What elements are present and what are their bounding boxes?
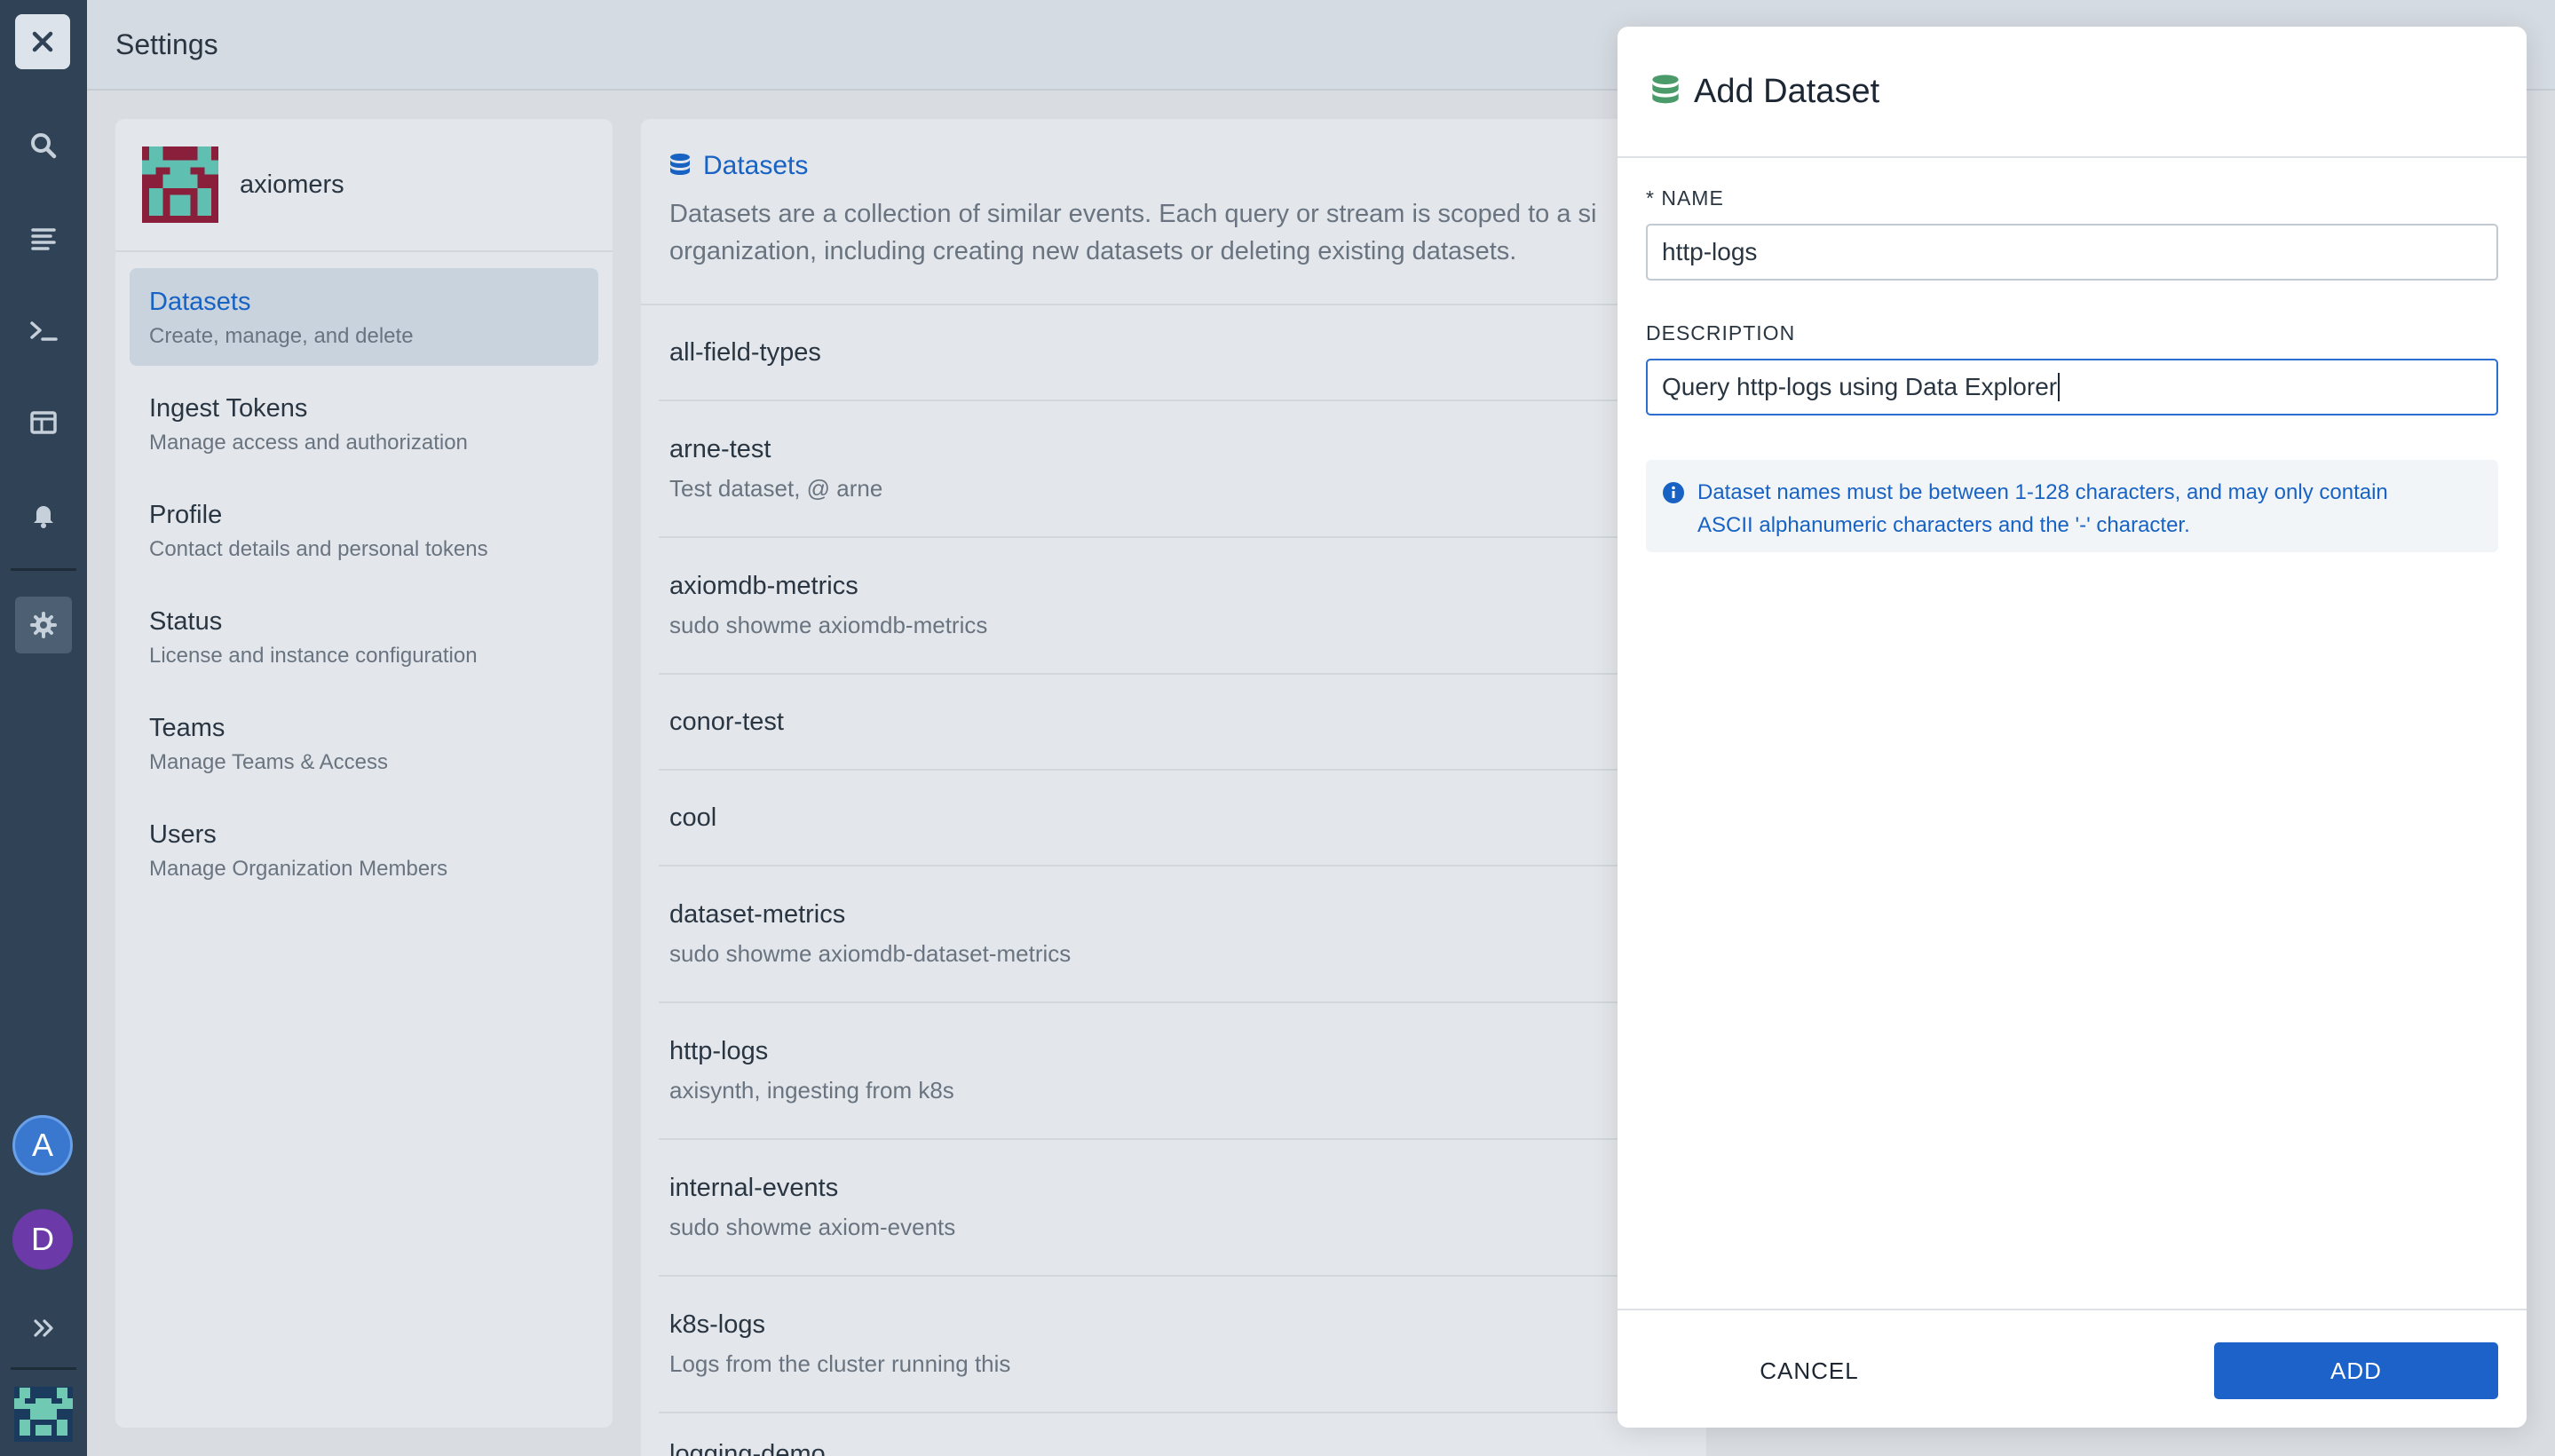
dataset-name: dataset-metrics [669, 900, 846, 929]
name-input-value: http-logs [1662, 238, 1758, 265]
name-label: * NAME [1646, 186, 1724, 210]
rail-divider-bottom [11, 1367, 76, 1370]
info-notice: Dataset names must be between 1-128 char… [1646, 460, 2498, 552]
dataset-desc: sudo showme axiomdb-metrics [669, 612, 988, 638]
nav-item-teams[interactable]: Teams Manage Teams & Access [130, 694, 598, 792]
avatar-a[interactable]: A [12, 1115, 73, 1175]
add-dataset-drawer: Add Dataset * NAME http-logs DESCRIPTION… [1618, 27, 2527, 1428]
nav-sub: Manage access and authorization [149, 431, 468, 455]
dataset-desc: sudo showme axiomdb-dataset-metrics [669, 940, 1072, 967]
nav-item-ingest-tokens[interactable]: Ingest Tokens Manage access and authoriz… [130, 375, 598, 472]
expand-icon[interactable] [15, 1300, 72, 1357]
description-input-value: Query http-logs using Data Explorer [1662, 373, 2058, 400]
nav-item-datasets[interactable]: Datasets Create, manage, and delete [130, 268, 598, 366]
database-icon [670, 154, 690, 175]
info-line-2: ASCII alphanumeric characters and the '-… [1697, 513, 2190, 537]
dataset-desc: sudo showme axiom-events [669, 1214, 956, 1240]
dataset-name: cool [669, 803, 717, 832]
dataset-row[interactable]: http-logs axisynth, ingesting from k8s [659, 1003, 1685, 1140]
drawer-footer: CANCEL ADD [1618, 1309, 2527, 1428]
datasets-description-1: Datasets are a collection of similar eve… [669, 200, 1597, 228]
dataset-name: axiomdb-metrics [669, 572, 858, 600]
dataset-row[interactable]: internal-events sudo showme axiom-events [659, 1140, 1685, 1277]
dataset-desc: Test dataset, @ arne [669, 475, 883, 502]
drawer-header: Add Dataset [1618, 27, 2527, 158]
org-header[interactable]: axiomers [115, 119, 613, 252]
dataset-row[interactable]: cool [659, 771, 1685, 866]
nav-label: Ingest Tokens [149, 394, 308, 423]
search-icon[interactable] [15, 117, 72, 174]
nav-label: Teams [149, 714, 225, 742]
dataset-name: all-field-types [669, 337, 821, 367]
info-line-1: Dataset names must be between 1-128 char… [1697, 480, 2388, 504]
avatar-d[interactable]: D [12, 1209, 73, 1270]
nav-label: Users [149, 820, 217, 849]
nav-item-profile[interactable]: Profile Contact details and personal tok… [130, 481, 598, 579]
add-button[interactable]: ADD [2214, 1342, 2498, 1399]
datasets-header: Datasets Datasets are a collection of si… [641, 119, 1706, 305]
settings-panel: axiomers Datasets Create, manage, and de… [115, 119, 613, 1428]
datasets-title-row: Datasets [669, 151, 1678, 181]
dataset-name: arne-test [669, 435, 771, 463]
info-text: Dataset names must be between 1-128 char… [1697, 476, 2388, 542]
dataset-name: k8s-logs [669, 1310, 765, 1339]
text-caret [2058, 373, 2061, 401]
nav-sub: Manage Organization Members [149, 857, 448, 881]
org-logo-small[interactable] [14, 1387, 73, 1442]
avatar-d-letter: D [31, 1221, 54, 1257]
rail-divider [11, 568, 76, 571]
drawer-title: Add Dataset [1694, 72, 1880, 110]
stream-icon[interactable] [15, 210, 72, 266]
avatar-a-letter: A [31, 1127, 53, 1163]
datasets-title: Datasets [703, 151, 809, 180]
datasets-panel: Datasets Datasets are a collection of si… [641, 119, 1706, 1456]
dataset-row[interactable]: all-field-types [659, 305, 1685, 401]
name-input[interactable]: http-logs [1646, 224, 2498, 281]
datasets-description-2: organization, including creating new dat… [669, 237, 1517, 265]
terminal-icon[interactable] [15, 302, 72, 359]
dataset-desc: Logs from the cluster running this [669, 1350, 1011, 1377]
dataset-row[interactable]: dataset-metrics sudo showme axiomdb-data… [659, 866, 1685, 1003]
dataset-name: http-logs [669, 1037, 769, 1065]
close-icon[interactable] [15, 14, 70, 69]
description-label: DESCRIPTION [1646, 321, 1796, 344]
nav-sub: Manage Teams & Access [149, 750, 389, 774]
dataset-name: internal-events [669, 1174, 839, 1202]
dataset-row[interactable]: axiomdb-metrics sudo showme axiomdb-metr… [659, 538, 1685, 675]
dashboard-icon[interactable] [15, 394, 72, 451]
dataset-row[interactable]: conor-test [659, 675, 1685, 771]
gear-icon[interactable] [15, 597, 72, 653]
dataset-name: logging-demo [669, 1440, 826, 1456]
dataset-row[interactable]: arne-test Test dataset, @ arne [659, 401, 1685, 538]
dataset-row[interactable]: k8s-logs Logs from the cluster running t… [659, 1277, 1685, 1413]
nav-label: Status [149, 607, 223, 636]
dataset-row[interactable]: logging-demo [659, 1413, 1685, 1456]
nav-sub: License and instance configuration [149, 644, 478, 668]
info-icon [1663, 482, 1684, 503]
org-logo [142, 146, 218, 223]
database-icon [1652, 75, 1679, 104]
page-title: Settings [115, 28, 218, 60]
nav-sub: Contact details and personal tokens [149, 537, 488, 561]
description-input[interactable]: Query http-logs using Data Explorer [1646, 359, 2498, 415]
nav-item-users[interactable]: Users Manage Organization Members [130, 801, 598, 898]
nav-label: Datasets [149, 288, 251, 316]
dataset-name: conor-test [669, 707, 784, 736]
nav-sub: Create, manage, and delete [149, 324, 414, 348]
cancel-button[interactable]: CANCEL [1720, 1342, 1898, 1399]
nav-label: Profile [149, 501, 223, 529]
bell-icon[interactable] [15, 487, 72, 543]
org-name: axiomers [240, 170, 344, 199]
left-rail: A D [0, 0, 87, 1456]
nav-item-status[interactable]: Status License and instance configuratio… [130, 588, 598, 685]
dataset-desc: axisynth, ingesting from k8s [669, 1077, 954, 1104]
